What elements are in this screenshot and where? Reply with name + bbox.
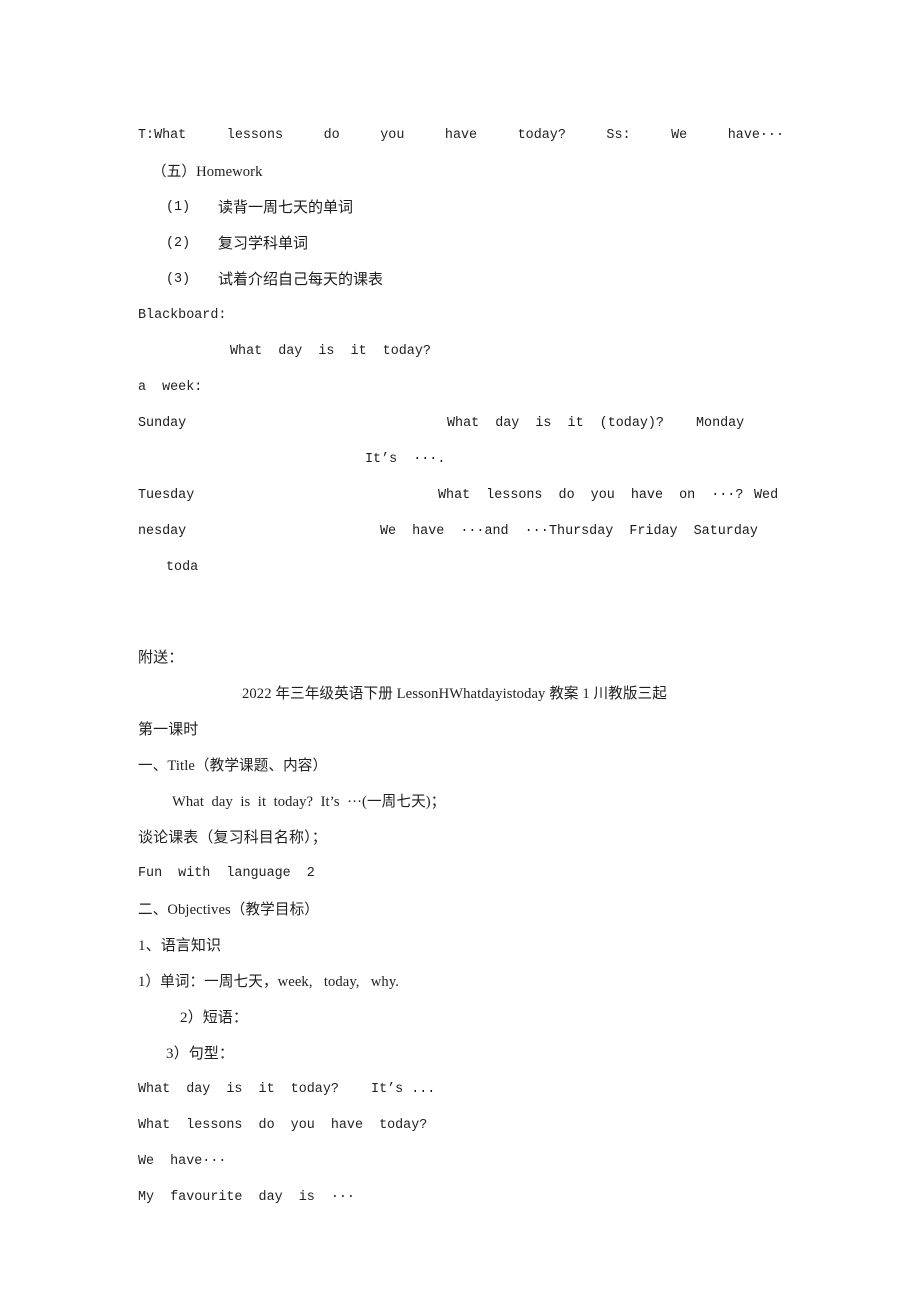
homework-item-3-number: (3) bbox=[166, 272, 191, 287]
bb-answer-we-have: We have ···and ··· bbox=[380, 524, 549, 539]
line-pattern-2: What lessons do you have today? bbox=[138, 1118, 428, 1133]
line-blackboard-label: Blackboard: bbox=[138, 308, 227, 323]
list-item: (1) 读背一周七天的单词 bbox=[138, 190, 784, 226]
line-sentence-patterns: 3）句型： bbox=[166, 1046, 235, 1062]
line-language-knowledge: 1、语言知识 bbox=[138, 938, 222, 954]
line-pattern-1: What day is it today? It’s ... bbox=[138, 1082, 436, 1097]
line-fun-with-language: Fun with language 2 bbox=[138, 866, 315, 881]
line-section-title-heading: 一、Title（教学课题、内容） bbox=[138, 758, 328, 774]
line-fusong-label: 附送： bbox=[138, 650, 184, 666]
day-wednesday-part2: nesday bbox=[138, 524, 187, 539]
day-wednesday-part1: Wed bbox=[754, 488, 779, 503]
homework-item-2-text: 复习学科单词 bbox=[218, 236, 309, 252]
homework-item-1-text: 读背一周七天的单词 bbox=[218, 200, 354, 216]
line-talk-timetable: 谈论课表（复习科目名称）； bbox=[138, 830, 327, 846]
document-body: T:What lessons do you have today? Ss: We… bbox=[138, 118, 784, 1216]
list-item: (3) 试着介绍自己每天的课表 bbox=[138, 262, 784, 298]
line-toda: toda bbox=[166, 560, 199, 575]
line-homework-heading: （五）Homework bbox=[152, 164, 263, 180]
days-thursday-friday-saturday: Thursday Friday Saturday bbox=[549, 524, 758, 539]
line-tuesday-wednesday: Tuesday What lessons do you have on ···?… bbox=[138, 478, 784, 514]
day-tuesday: Tuesday bbox=[138, 488, 195, 503]
line-dialogue: T:What lessons do you have today? Ss: We… bbox=[138, 128, 784, 143]
bb-question-lessons: What lessons do you have on ···? bbox=[438, 488, 744, 503]
line-attached-title: 2022 年三年级英语下册 LessonHWhatdayistoday 教案 1… bbox=[242, 686, 667, 702]
homework-item-1-number: (1) bbox=[166, 200, 191, 215]
line-objectives-heading: 二、Objectives（教学目标） bbox=[138, 902, 319, 918]
line-phrases: 2）短语： bbox=[180, 1010, 249, 1026]
homework-item-2-number: (2) bbox=[166, 236, 191, 251]
line-period: 第一课时 bbox=[138, 722, 199, 738]
list-item: (2) 复习学科单词 bbox=[138, 226, 784, 262]
line-a-week: a week: bbox=[138, 380, 203, 395]
line-pattern-4: My favourite day is ··· bbox=[138, 1190, 355, 1205]
homework-item-3-text: 试着介绍自己每天的课表 bbox=[218, 272, 384, 288]
line-its-answer: It’s ···. bbox=[365, 452, 446, 467]
line-words: 1）单词：一周七天，week, today, why. bbox=[138, 974, 400, 990]
line-blackboard-question: What day is it today? bbox=[230, 344, 431, 359]
document-page: T:What lessons do you have today? Ss: We… bbox=[0, 0, 920, 1302]
line-nesday-answer: nesday We have ···and ··· Thursday Frida… bbox=[138, 514, 784, 550]
day-monday: Monday bbox=[696, 416, 745, 431]
line-pattern-3: We have··· bbox=[138, 1154, 227, 1169]
day-sunday: Sunday bbox=[138, 416, 187, 431]
bb-question-today: What day is it (today)? bbox=[447, 416, 664, 431]
line-title-body: What day is it today? It’s ···(一周七天)； bbox=[172, 794, 446, 810]
line-sunday-monday: Sunday What day is it (today)? Monday bbox=[138, 406, 784, 442]
